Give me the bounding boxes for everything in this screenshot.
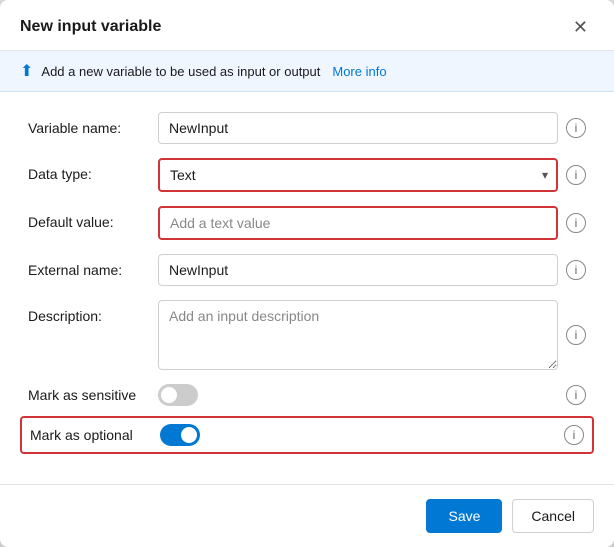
- description-label: Description:: [28, 300, 158, 324]
- dialog-body: Variable name: i Data type: Text Number …: [0, 92, 614, 484]
- mark-optional-label: Mark as optional: [30, 427, 160, 443]
- variable-name-input[interactable]: [158, 112, 558, 144]
- upload-icon: ⬆: [20, 61, 33, 81]
- data-type-row: Data type: Text Number Boolean List Date…: [28, 158, 586, 192]
- mark-sensitive-info-icon[interactable]: i: [566, 385, 586, 405]
- new-input-variable-dialog: New input variable ✕ ⬆ Add a new variabl…: [0, 0, 614, 547]
- description-textarea[interactable]: [158, 300, 558, 370]
- mark-sensitive-toggle[interactable]: [158, 384, 198, 406]
- dialog-header: New input variable ✕: [0, 0, 614, 51]
- default-value-info-icon[interactable]: i: [566, 213, 586, 233]
- default-value-input[interactable]: [158, 206, 558, 240]
- external-name-control: i: [158, 254, 586, 286]
- data-type-info-icon[interactable]: i: [566, 165, 586, 185]
- data-type-select-wrap: Text Number Boolean List DateTime ▾: [158, 158, 558, 192]
- variable-name-row: Variable name: i: [28, 112, 586, 144]
- description-row: Description: i: [28, 300, 586, 370]
- default-value-row: Default value: i: [28, 206, 586, 240]
- variable-name-label: Variable name:: [28, 112, 158, 136]
- info-banner: ⬆ Add a new variable to be used as input…: [0, 51, 614, 92]
- mark-sensitive-slider: [158, 384, 198, 406]
- save-button[interactable]: Save: [426, 499, 502, 533]
- external-name-label: External name:: [28, 254, 158, 278]
- dialog-footer: Save Cancel: [0, 484, 614, 547]
- default-value-label: Default value:: [28, 206, 158, 230]
- data-type-control: Text Number Boolean List DateTime ▾ i: [158, 158, 586, 192]
- external-name-info-icon[interactable]: i: [566, 260, 586, 280]
- info-banner-text: Add a new variable to be used as input o…: [41, 64, 320, 79]
- mark-optional-toggle-wrap: i: [160, 424, 584, 446]
- dialog-title: New input variable: [20, 18, 161, 36]
- close-button[interactable]: ✕: [567, 16, 594, 38]
- external-name-row: External name: i: [28, 254, 586, 286]
- default-value-control: i: [158, 206, 586, 240]
- mark-sensitive-label: Mark as sensitive: [28, 387, 158, 403]
- mark-optional-row: Mark as optional i: [20, 416, 594, 454]
- description-info-icon[interactable]: i: [566, 325, 586, 345]
- mark-optional-info-icon[interactable]: i: [564, 425, 584, 445]
- mark-optional-slider: [160, 424, 200, 446]
- description-control: i: [158, 300, 586, 370]
- mark-sensitive-row: Mark as sensitive i: [28, 384, 586, 406]
- external-name-input[interactable]: [158, 254, 558, 286]
- cancel-button[interactable]: Cancel: [512, 499, 594, 533]
- data-type-select[interactable]: Text Number Boolean List DateTime: [158, 158, 558, 192]
- variable-name-info-icon[interactable]: i: [566, 118, 586, 138]
- variable-name-control: i: [158, 112, 586, 144]
- data-type-label: Data type:: [28, 158, 158, 182]
- mark-sensitive-toggle-wrap: i: [158, 384, 586, 406]
- mark-optional-toggle[interactable]: [160, 424, 200, 446]
- more-info-link[interactable]: More info: [332, 64, 386, 79]
